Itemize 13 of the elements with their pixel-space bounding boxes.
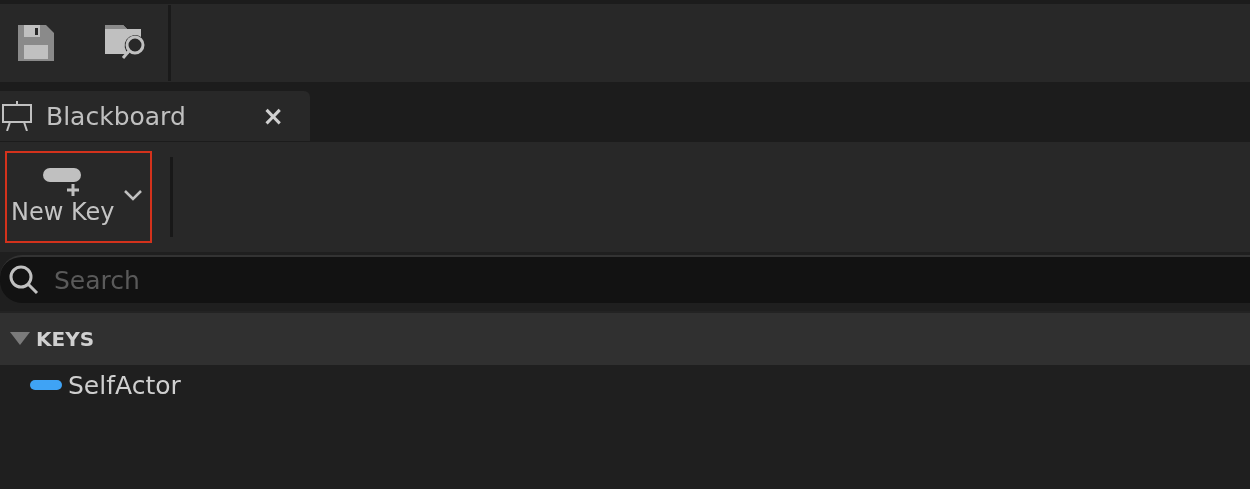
new-key-button[interactable]: New Key [5,151,152,243]
easel-icon [2,101,32,131]
key-name[interactable]: SelfActor [68,370,181,400]
close-button[interactable]: × [262,101,284,131]
caret-icon [122,189,143,201]
keys-section-header[interactable]: KEYS [10,327,95,351]
search-field[interactable]: Search [52,264,1250,296]
tab[interactable]: Blackboard × [0,91,310,141]
tab-label: Blackboard [46,101,187,131]
search-icon [8,264,40,296]
search-box[interactable]: Search [0,255,1250,303]
add-key-icon [42,168,83,198]
save-icon [18,25,54,61]
